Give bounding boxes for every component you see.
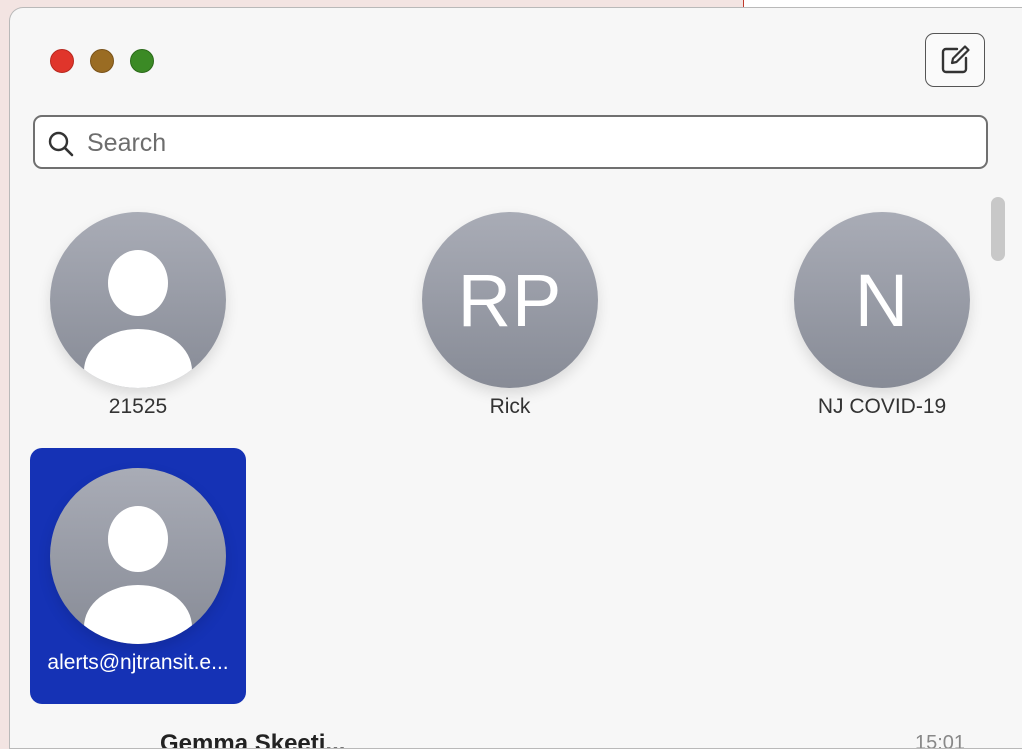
avatar [50,212,226,388]
avatar: RP [422,212,598,388]
close-button[interactable] [50,49,74,73]
pinned-contact[interactable]: N NJ COVID-19 [774,192,990,448]
compose-icon [941,45,970,74]
conversation-title[interactable]: Gemma Skeeti... [160,730,345,748]
search-icon [48,131,74,157]
person-body-icon [84,329,192,388]
contact-name: 21525 [108,395,168,418]
contact-name: Rick [489,395,531,418]
messages-window: 21525 RP Rick N NJ COVID-19 alerts@njtra… [9,7,1022,749]
avatar [50,468,226,644]
avatar: N [794,212,970,388]
compose-button[interactable] [925,33,985,87]
avatar-initials: N [854,258,910,342]
pinned-contact[interactable]: RP Rick [402,192,618,448]
minimize-button[interactable] [90,49,114,73]
pinned-contact[interactable]: 21525 [30,192,246,448]
pinned-contact-selected[interactable]: alerts@njtransit.e... [30,448,246,704]
maximize-button[interactable] [130,49,154,73]
person-body-icon [84,585,192,644]
avatar-initials: RP [457,258,563,342]
search-field[interactable] [33,115,988,169]
person-head-icon [108,506,168,572]
contact-name: alerts@njtransit.e... [47,651,229,674]
contact-name: NJ COVID-19 [817,395,947,418]
person-head-icon [108,250,168,316]
search-input[interactable] [85,123,969,163]
scrollbar-thumb[interactable] [991,197,1005,261]
conversation-time: 15:01 [915,732,966,749]
